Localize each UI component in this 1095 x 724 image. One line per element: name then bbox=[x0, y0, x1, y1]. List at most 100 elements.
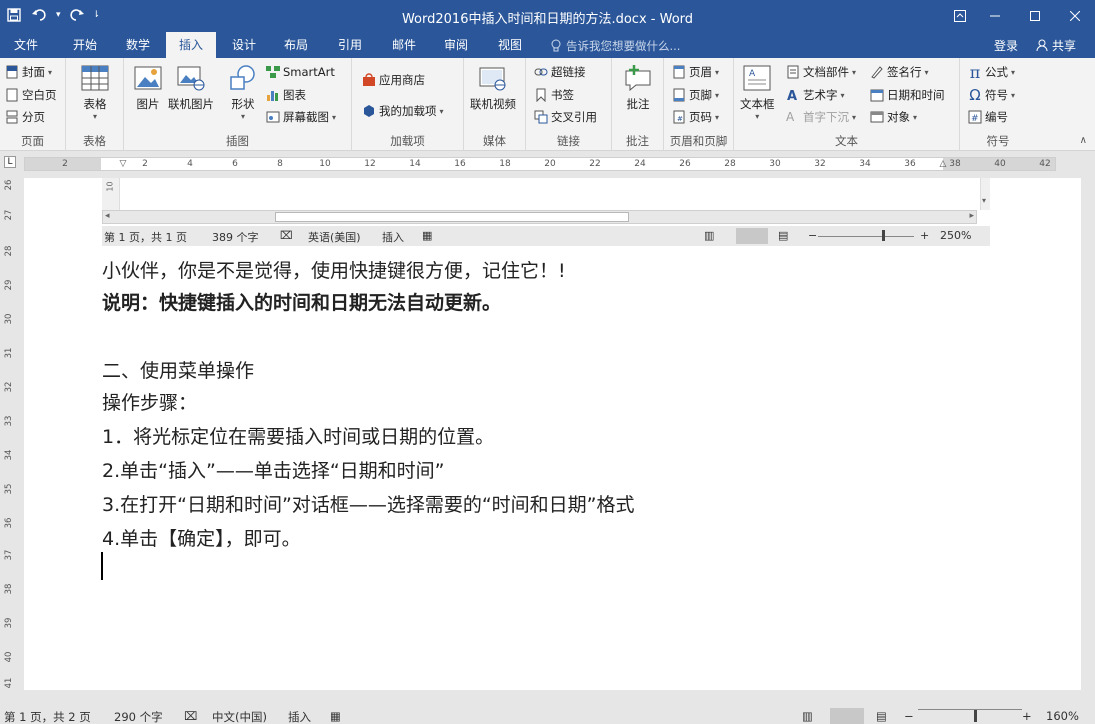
tell-me-box[interactable]: 告诉我您想要做什么... bbox=[550, 38, 680, 54]
right-indent-marker-icon[interactable]: △ bbox=[940, 159, 947, 169]
cross-reference-icon bbox=[534, 110, 548, 124]
web-layout-icon[interactable]: ▤ bbox=[876, 709, 887, 723]
signature-line-button[interactable]: 签名行 ▾ bbox=[870, 62, 929, 82]
comment-button[interactable]: 批注 bbox=[622, 62, 654, 112]
hyperlink-button[interactable]: 超链接 bbox=[534, 62, 586, 82]
textbox-button[interactable]: A 文本框 ▾ bbox=[740, 62, 775, 121]
word-count[interactable]: 290 个字 bbox=[114, 709, 163, 724]
macro-recording-icon[interactable]: ▦ bbox=[330, 709, 341, 723]
title-bar: ▾ ⇂ Word2016中插入时间和日期的方法.docx - Word bbox=[0, 0, 1095, 32]
picture-button[interactable]: 图片 bbox=[132, 62, 164, 112]
equation-button[interactable]: π 公式 ▾ bbox=[968, 62, 1015, 82]
share-button[interactable]: 共享 bbox=[1030, 35, 1082, 55]
textbox-icon: A bbox=[741, 62, 773, 94]
ruler-number: 38 bbox=[949, 159, 961, 169]
share-label: 共享 bbox=[1052, 38, 1077, 53]
chevron-down-icon: ▾ bbox=[755, 112, 760, 121]
language[interactable]: 中文(中国) bbox=[212, 709, 267, 724]
tab-design[interactable]: 设计 bbox=[220, 32, 268, 58]
insert-mode[interactable]: 插入 bbox=[288, 709, 311, 724]
store-button[interactable]: 应用商店 bbox=[362, 70, 425, 90]
tab-home[interactable]: 开始 bbox=[60, 32, 110, 58]
embedded-zoom-thumb bbox=[882, 230, 885, 241]
embedded-vertical-ruler: 10 bbox=[102, 178, 120, 210]
zoom-slider-thumb[interactable] bbox=[974, 710, 977, 722]
online-video-button[interactable]: 联机视频 bbox=[470, 62, 516, 112]
my-addins-button[interactable]: 我的加载项 ▾ bbox=[362, 101, 444, 121]
object-button[interactable]: 对象 ▾ bbox=[870, 107, 917, 127]
embedded-zoom-level: 250% bbox=[940, 229, 972, 242]
zoom-slider[interactable] bbox=[918, 709, 1022, 710]
group-addins: 应用商店 我的加载项 ▾ 加载项 bbox=[352, 58, 464, 151]
online-picture-button[interactable]: 联机图片 bbox=[168, 62, 214, 112]
page-number-button[interactable]: # 页码 ▾ bbox=[672, 107, 719, 127]
table-button[interactable]: 表格 ▾ bbox=[79, 62, 111, 121]
group-label-tables: 表格 bbox=[83, 134, 106, 148]
proofing-icon[interactable]: ⌧ bbox=[184, 709, 197, 723]
online-picture-icon bbox=[175, 62, 207, 94]
scroll-right-icon: ▸ bbox=[969, 211, 974, 221]
scroll-down-icon: ▾ bbox=[982, 196, 987, 205]
tab-review[interactable]: 审阅 bbox=[432, 32, 480, 58]
doc-paragraph: 小伙伴，你是不是觉得，使用快捷键很方便，记住它！! bbox=[102, 260, 566, 282]
vruler-number: 39 bbox=[4, 617, 14, 629]
horizontal-ruler[interactable]: L 2 ▽ 2 4 6 8 10 12 14 16 18 20 22 24 26… bbox=[0, 152, 1095, 174]
read-mode-icon[interactable]: ▥ bbox=[802, 709, 813, 723]
indent-marker-icon[interactable]: ▽ bbox=[120, 159, 127, 169]
zoom-out-icon[interactable]: − bbox=[904, 709, 914, 723]
screenshot-button[interactable]: 屏幕截图 ▾ bbox=[266, 107, 336, 127]
tab-layout[interactable]: 布局 bbox=[272, 32, 320, 58]
drop-cap-button[interactable]: A 首字下沉 ▾ bbox=[786, 107, 856, 127]
date-time-button[interactable]: 日期和时间 bbox=[870, 85, 945, 105]
tab-view[interactable]: 视图 bbox=[486, 32, 534, 58]
tab-mailings[interactable]: 邮件 bbox=[380, 32, 428, 58]
ruler-number: 34 bbox=[859, 159, 871, 169]
group-label-symbols: 符号 bbox=[986, 134, 1010, 148]
chart-button[interactable]: 图表 bbox=[266, 85, 306, 105]
maximize-icon[interactable] bbox=[1015, 0, 1055, 32]
blank-page-button[interactable]: 空白页 bbox=[5, 85, 57, 105]
print-layout-icon[interactable] bbox=[830, 708, 864, 724]
tab-insert[interactable]: 插入 bbox=[166, 32, 216, 58]
chevron-down-icon: ▾ bbox=[852, 112, 857, 122]
tab-references[interactable]: 引用 bbox=[326, 32, 374, 58]
svg-text:A: A bbox=[787, 89, 797, 102]
cross-reference-button[interactable]: 交叉引用 bbox=[534, 107, 597, 127]
symbol-button[interactable]: Ω 符号 ▾ bbox=[968, 85, 1015, 105]
smartart-button[interactable]: SmartArt bbox=[266, 62, 335, 82]
tab-math[interactable]: 数学 bbox=[114, 32, 162, 58]
tab-selector-icon[interactable]: L bbox=[4, 156, 16, 168]
zoom-level[interactable]: 160% bbox=[1046, 709, 1079, 723]
embedded-screenshot: 10 ▾ ◂ ▸ 第 1 页，共 1 页 389 个字 ⌧ 英语(美国) 插入 … bbox=[102, 178, 990, 246]
puzzle-icon bbox=[362, 104, 376, 118]
chevron-down-icon: ▾ bbox=[715, 67, 720, 77]
group-header-footer: 页眉 ▾ 页脚 ▾ # 页码 ▾ 页眉和页脚 bbox=[664, 58, 734, 151]
table-icon bbox=[79, 62, 111, 94]
wordart-button[interactable]: A 艺术字 ▾ bbox=[786, 85, 845, 105]
page-count[interactable]: 第 1 页，共 2 页 bbox=[4, 709, 91, 724]
bookmark-button[interactable]: 书签 bbox=[534, 85, 574, 105]
collapse-ribbon-icon[interactable]: ∧ bbox=[1080, 135, 1087, 146]
ribbon-display-options-icon[interactable] bbox=[945, 0, 975, 32]
drop-cap-icon: A bbox=[786, 110, 800, 124]
zoom-in-icon[interactable]: + bbox=[1022, 709, 1032, 723]
minimize-icon[interactable] bbox=[975, 0, 1015, 32]
quick-parts-button[interactable]: 文档部件 ▾ bbox=[786, 62, 856, 82]
vertical-ruler[interactable]: 26 27 28 29 30 31 32 33 34 35 36 37 38 3… bbox=[0, 178, 18, 690]
tab-file[interactable]: 文件 bbox=[4, 32, 48, 58]
doc-list-item: 2.单击“插入”——单击选择“日期和时间” bbox=[102, 460, 445, 482]
footer-button[interactable]: 页脚 ▾ bbox=[672, 85, 719, 105]
chevron-down-icon: ▾ bbox=[48, 67, 53, 77]
close-icon[interactable] bbox=[1055, 0, 1095, 32]
cover-page-button[interactable]: 封面 ▾ bbox=[5, 62, 52, 82]
shapes-button[interactable]: 形状 ▾ bbox=[227, 62, 259, 121]
login-link[interactable]: 登录 bbox=[994, 37, 1018, 54]
document-page[interactable]: 10 ▾ ◂ ▸ 第 1 页，共 1 页 389 个字 ⌧ 英语(美国) 插入 … bbox=[24, 178, 1081, 690]
number-icon: # bbox=[968, 110, 982, 124]
header-button[interactable]: 页眉 ▾ bbox=[672, 62, 719, 82]
numbering-button[interactable]: # 编号 bbox=[968, 107, 1008, 127]
group-links: 超链接 书签 交叉引用 链接 bbox=[526, 58, 612, 151]
embedded-macro-icon: ▦ bbox=[422, 229, 433, 242]
scroll-left-icon: ◂ bbox=[105, 211, 110, 221]
page-break-button[interactable]: 分页 bbox=[5, 107, 45, 127]
